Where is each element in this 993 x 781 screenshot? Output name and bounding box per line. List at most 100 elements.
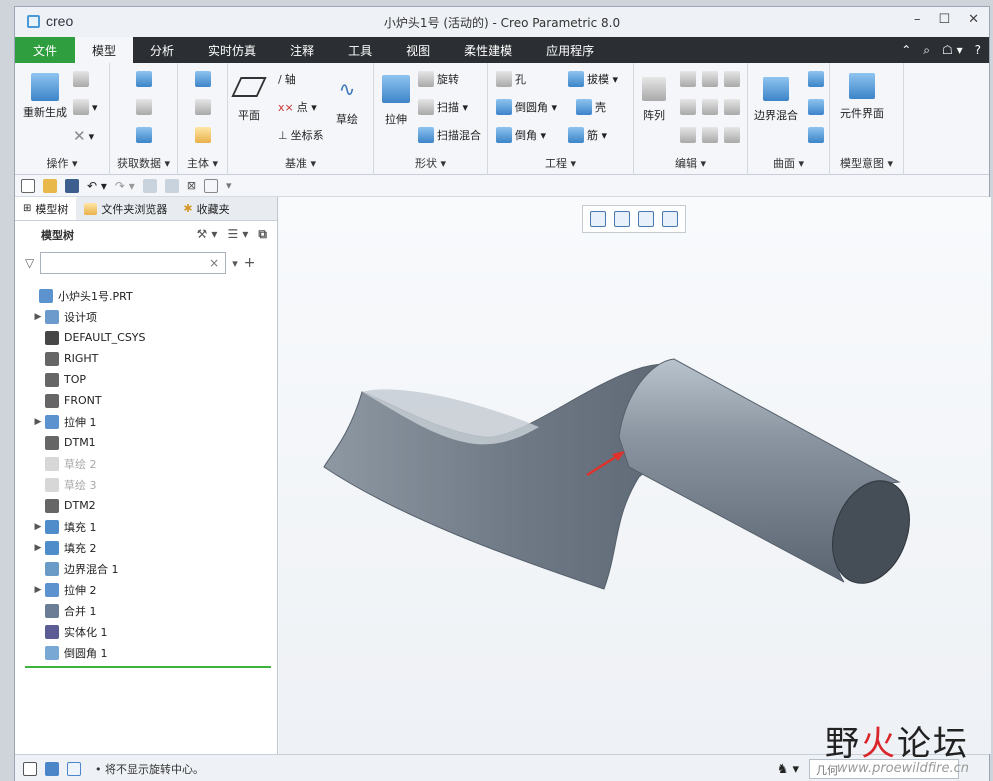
tree-item[interactable]: ▶ 拉伸 2: [15, 579, 277, 600]
tree-filter-icon[interactable]: ⧉: [258, 227, 267, 242]
close-button[interactable]: ✕: [968, 12, 979, 27]
community-icon[interactable]: ☖ ▾: [942, 43, 963, 57]
extend-icon[interactable]: [680, 99, 696, 115]
tree-item[interactable]: 小炉头1号.PRT: [15, 285, 277, 306]
group-model-intent-label[interactable]: 模型意图 ▾: [830, 155, 903, 171]
shrinkwrap-button[interactable]: [136, 127, 152, 143]
solidify-icon[interactable]: [724, 127, 740, 143]
tree-item[interactable]: 倒圆角 1: [15, 642, 277, 663]
tree-item[interactable]: 实体化 1: [15, 621, 277, 642]
group-operations-label[interactable]: 操作 ▾: [15, 155, 109, 171]
tree-item[interactable]: DEFAULT_CSYS: [15, 327, 277, 348]
add-filter-icon[interactable]: +: [244, 255, 256, 271]
browser-toggle-icon[interactable]: [45, 761, 59, 776]
regenerate-button[interactable]: 重新生成: [23, 73, 67, 120]
tree-item[interactable]: 草绘 2: [15, 453, 277, 474]
tree-item[interactable]: 合并 1: [15, 600, 277, 621]
tab-model-tree[interactable]: ⊞ 模型树: [15, 197, 77, 220]
tree-search-input[interactable]: ×: [40, 252, 227, 274]
expand-arrow-icon[interactable]: ▶: [31, 417, 45, 427]
copy-geometry-button[interactable]: [136, 99, 152, 115]
windows-icon[interactable]: [164, 178, 179, 193]
extrude-button[interactable]: 拉伸: [382, 75, 410, 127]
offset-icon[interactable]: [724, 99, 740, 115]
show-icon[interactable]: ☰ ▾: [227, 227, 248, 242]
tree-item[interactable]: 草绘 3: [15, 474, 277, 495]
minimize-button[interactable]: –: [914, 12, 921, 27]
point-button[interactable]: x× 点 ▾: [278, 99, 317, 115]
close-window-icon[interactable]: ⊠: [187, 179, 196, 192]
freestyle-button[interactable]: [808, 127, 824, 143]
group-engineering-label[interactable]: 工程 ▾: [488, 155, 633, 171]
tree-item[interactable]: TOP: [15, 369, 277, 390]
tab-tools[interactable]: 工具: [331, 37, 389, 63]
mirror-icon[interactable]: [680, 71, 696, 87]
tab-model[interactable]: 模型: [75, 37, 134, 63]
regenerate-qat-icon[interactable]: [142, 178, 157, 193]
full-screen-icon[interactable]: [67, 761, 81, 776]
chamfer-button[interactable]: 倒角 ▾: [496, 127, 546, 143]
help-icon[interactable]: ?: [975, 43, 981, 57]
tree-item[interactable]: 边界混合 1: [15, 558, 277, 579]
expand-arrow-icon[interactable]: ▶: [31, 522, 45, 532]
draft-button[interactable]: 拔模 ▾: [568, 71, 618, 87]
tab-analysis[interactable]: 分析: [133, 37, 191, 63]
group-get-data-label[interactable]: 获取数据 ▾: [110, 155, 177, 171]
body-button-1[interactable]: [195, 71, 211, 87]
find-icon[interactable]: ♞ ▾: [777, 762, 799, 777]
csys-button[interactable]: ⊥ 坐标系: [278, 127, 324, 143]
paste-button[interactable]: ▾: [73, 99, 98, 115]
settings-icon[interactable]: ⚒ ▾: [196, 227, 217, 242]
tree-item[interactable]: ▶ 拉伸 1: [15, 411, 277, 432]
message-log-icon[interactable]: [23, 761, 37, 776]
rib-button[interactable]: 筋 ▾: [568, 127, 607, 143]
round-button[interactable]: 倒圆角 ▾: [496, 99, 557, 115]
tab-live-simulation[interactable]: 实时仿真: [191, 37, 273, 63]
hole-button[interactable]: 孔: [496, 71, 526, 87]
selection-filter[interactable]: 几何: [809, 759, 959, 779]
trim-icon[interactable]: [724, 71, 740, 87]
tree-item[interactable]: DTM1: [15, 432, 277, 453]
project-icon[interactable]: [702, 99, 718, 115]
axis-button[interactable]: / 轴: [278, 71, 296, 87]
undo-icon[interactable]: ↶ ▾: [87, 179, 107, 193]
tab-file[interactable]: 文件: [15, 37, 76, 63]
expand-arrow-icon[interactable]: ▶: [31, 312, 45, 322]
group-shapes-label[interactable]: 形状 ▾: [374, 155, 487, 171]
boundary-blend-button[interactable]: 边界混合: [754, 77, 798, 123]
search-icon[interactable]: ⌕: [923, 43, 930, 58]
open-file-icon[interactable]: [43, 178, 57, 193]
swept-blend-button[interactable]: 扫描混合: [418, 127, 481, 143]
filter-dropdown-icon[interactable]: ▾: [232, 257, 238, 270]
tree-item[interactable]: RIGHT: [15, 348, 277, 369]
plane-button[interactable]: 平面: [231, 77, 267, 123]
revolve-button[interactable]: 旋转: [418, 71, 459, 87]
shell-button[interactable]: 壳: [576, 99, 606, 115]
copy-button[interactable]: [73, 71, 89, 87]
group-surfaces-label[interactable]: 曲面 ▾: [748, 155, 829, 171]
component-interface-button[interactable]: 元件界面: [840, 73, 884, 121]
tree-item[interactable]: ▶ 填充 1: [15, 516, 277, 537]
graphics-window[interactable]: [279, 197, 991, 754]
merge-icon[interactable]: [702, 71, 718, 87]
pattern-button[interactable]: 阵列: [642, 77, 666, 123]
tree-item[interactable]: ▶ 设计项: [15, 306, 277, 327]
delete-button[interactable]: ✕ ▾: [73, 127, 94, 145]
body-button-2[interactable]: [195, 99, 211, 115]
tab-folder-browser[interactable]: 文件夹浏览器: [76, 197, 175, 220]
save-icon[interactable]: [65, 178, 79, 193]
expand-arrow-icon[interactable]: ▶: [31, 543, 45, 553]
collapse-ribbon-icon[interactable]: ⌃: [901, 43, 911, 57]
clear-icon[interactable]: ×: [209, 256, 219, 270]
sketch-button[interactable]: ∿ 草绘: [336, 77, 358, 127]
tab-annotate[interactable]: 注释: [273, 37, 331, 63]
redo-icon[interactable]: ↷ ▾: [115, 179, 135, 193]
user-defined-feature-button[interactable]: [136, 71, 152, 87]
intersect-icon[interactable]: [680, 127, 696, 143]
select-box-icon[interactable]: [204, 178, 219, 193]
tab-view[interactable]: 视图: [389, 37, 447, 63]
new-file-icon[interactable]: [21, 178, 35, 193]
tab-flexible-modeling[interactable]: 柔性建模: [447, 37, 529, 63]
style-button[interactable]: [808, 99, 824, 115]
sweep-button[interactable]: 扫描 ▾: [418, 99, 468, 115]
